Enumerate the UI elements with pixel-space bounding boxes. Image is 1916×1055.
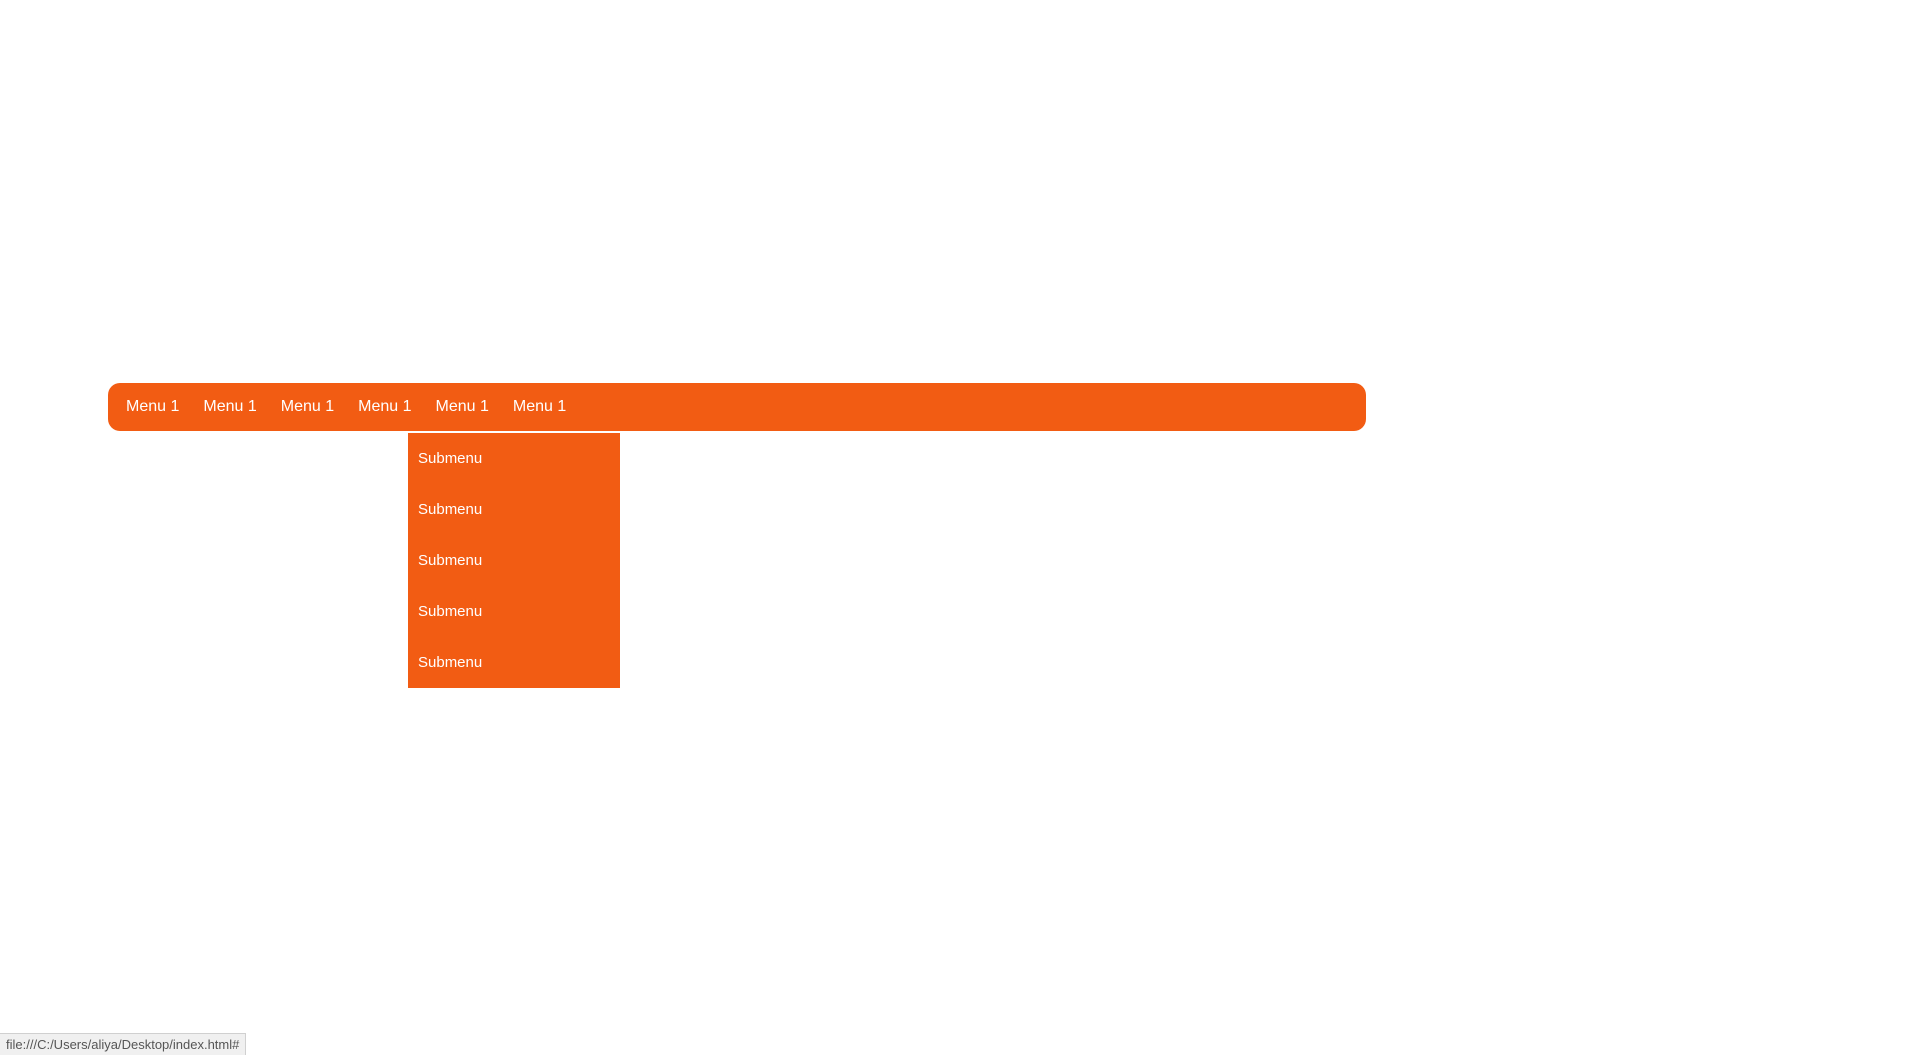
nav-container: Menu 1 Menu 1 Menu 1 Menu 1 Menu 1 Menu … <box>108 383 1366 431</box>
menu-item-2[interactable]: Menu 1 <box>191 384 268 430</box>
submenu-dropdown: Submenu Submenu Submenu Submenu Submenu <box>408 433 620 688</box>
menu-item-6[interactable]: Menu 1 <box>501 384 578 430</box>
submenu-item-4[interactable]: Submenu <box>408 586 620 637</box>
submenu-item-3[interactable]: Submenu <box>408 535 620 586</box>
submenu-item-1[interactable]: Submenu <box>408 433 620 484</box>
menu-item-3[interactable]: Menu 1 <box>269 384 346 430</box>
submenu-item-5[interactable]: Submenu <box>408 637 620 688</box>
menu-item-5[interactable]: Menu 1 <box>424 384 501 430</box>
menu-item-1[interactable]: Menu 1 <box>108 384 191 430</box>
submenu-item-2[interactable]: Submenu <box>408 484 620 535</box>
menu-item-4[interactable]: Menu 1 <box>346 384 423 430</box>
nav-bar: Menu 1 Menu 1 Menu 1 Menu 1 Menu 1 Menu … <box>108 383 1366 431</box>
browser-status-bar: file:///C:/Users/aliya/Desktop/index.htm… <box>0 1033 246 1055</box>
